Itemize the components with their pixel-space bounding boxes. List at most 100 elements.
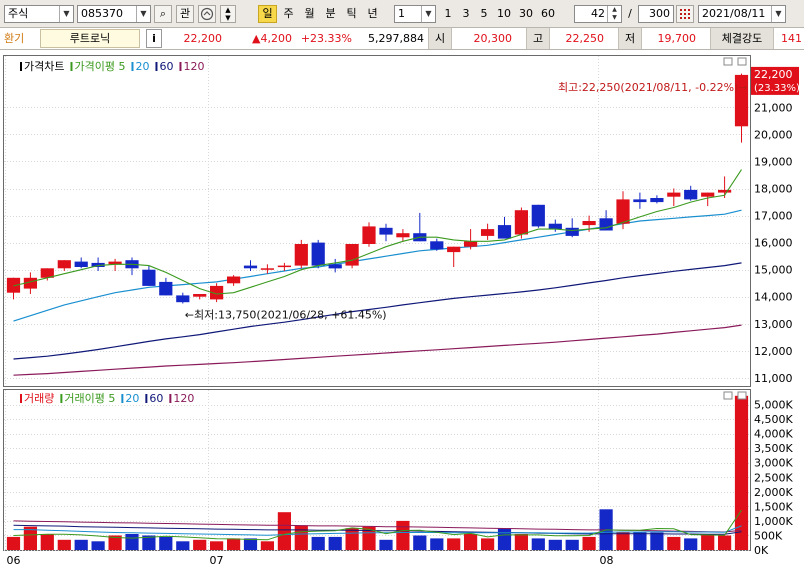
chart-mode-button[interactable]: [198, 5, 216, 23]
price-legend-swatch: [179, 62, 182, 71]
volume-y-tick-label: 4,500K: [754, 413, 793, 426]
pane-maximize-icon: [723, 57, 733, 66]
volume-bar: [718, 535, 732, 550]
stock-chart[interactable]: 06 07 08 11,000 12,000 13,000 14,000 15,000 16,0…: [0, 50, 804, 567]
search-button[interactable]: ⌕: [154, 5, 172, 23]
price-tag-rate: (23.33%): [754, 83, 800, 94]
low-annotation: ←최저:13,750(2021/06/28, +61.45%): [185, 309, 387, 322]
chevron-down-icon[interactable]: ▼: [136, 6, 150, 22]
volume-y-tick-label: 1,000K: [754, 515, 793, 528]
market-select-value: 주식: [8, 7, 29, 20]
grid-icon: [680, 9, 690, 19]
candle-body: [497, 225, 512, 239]
candle-body: [514, 210, 528, 235]
candle-body: [701, 192, 715, 197]
volume-bar: [345, 528, 359, 550]
volume-bar: [514, 534, 528, 550]
candle-body: [650, 198, 664, 203]
price-y-tick-label: 21,000: [754, 101, 793, 114]
interval-button-1[interactable]: 3: [458, 5, 474, 23]
volume-bar: [481, 538, 495, 550]
interval-button-5[interactable]: 60: [538, 5, 558, 23]
interest-button[interactable]: 관: [176, 5, 194, 23]
candle-body: [176, 295, 190, 303]
volume-bar: [176, 541, 190, 550]
period-button-1[interactable]: 주: [279, 5, 298, 23]
volume-bar: [159, 536, 173, 550]
period-button-0[interactable]: 일: [258, 5, 277, 23]
price-y-tick-label: 16,000: [754, 237, 793, 250]
volume-bar: [6, 536, 21, 550]
price-y-tick-label: 20,000: [754, 128, 793, 141]
chevron-down-icon[interactable]: ▼: [771, 6, 785, 22]
period-button-2[interactable]: 월: [300, 5, 319, 23]
volume-bar: [74, 539, 88, 550]
volume-bar: [497, 528, 512, 550]
interval-button-2[interactable]: 5: [476, 5, 492, 23]
code-input-value: 085370: [81, 7, 123, 20]
price-change: ▲4,200: [252, 32, 292, 45]
high-annotation: 최고:22,250(2021/08/11, -0.22%)→: [558, 81, 748, 94]
open-value: 20,300: [473, 32, 513, 45]
chart-area: 06 07 08 11,000 12,000 13,000 14,000 15,000 16,0…: [0, 50, 804, 567]
interval-button-3[interactable]: 10: [494, 5, 514, 23]
candle-body: [294, 244, 308, 266]
candle-body: [718, 189, 732, 193]
volume-bar: [565, 539, 579, 550]
count-spin-icon[interactable]: ▲ ▼: [607, 6, 621, 22]
volume-bar: [125, 534, 139, 550]
chevron-down-icon[interactable]: ▼: [59, 6, 73, 22]
candle-body: [531, 204, 545, 227]
info-button[interactable]: i: [146, 29, 162, 48]
stock-name[interactable]: 루트로닉: [40, 29, 140, 48]
price-y-tick-label: 11,000: [754, 372, 793, 385]
candle-body: [582, 221, 596, 226]
quote-bar: 환기 루트로닉 i 22,200 ▲4,200 +23.33% 5,297,88…: [0, 28, 804, 50]
volume-legend-swatch: [121, 394, 124, 403]
price-y-tick-label: 13,000: [754, 318, 793, 331]
volume-legend-swatch: [60, 394, 63, 403]
interval-select-value: 1: [398, 7, 405, 20]
price-legend-label: 가격이평 5: [74, 60, 125, 73]
candle-body: [481, 229, 495, 236]
volume-y-tick-label: 0K: [754, 544, 769, 557]
volume-bar: [57, 539, 71, 550]
low-label: 저: [618, 28, 642, 49]
chevron-down-icon[interactable]: ▼: [421, 6, 435, 22]
interval-button-4[interactable]: 30: [516, 5, 536, 23]
period-button-3[interactable]: 분: [321, 5, 340, 23]
period-button-4[interactable]: 틱: [342, 5, 361, 23]
volume-bar: [633, 532, 647, 550]
price-y-tick-label: 19,000: [754, 155, 793, 168]
candle-body: [260, 268, 274, 270]
volume-bar: [413, 535, 427, 550]
volume-bar: [396, 520, 410, 550]
volume-legend-swatch: [169, 394, 172, 403]
volume-bar: [277, 512, 291, 550]
current-price: 22,200: [183, 32, 223, 45]
strength-value: 141: [781, 32, 802, 45]
candle-body: [311, 242, 325, 266]
volume-bar: [447, 538, 461, 550]
price-legend-label: 120: [183, 60, 204, 73]
volume-bar: [227, 538, 241, 550]
volume-bar: [667, 536, 681, 550]
interval-button-0[interactable]: 1: [440, 5, 456, 23]
candle-body: [345, 244, 359, 266]
spin-button[interactable]: ▲ ▼: [220, 5, 236, 23]
total-input[interactable]: 300: [638, 5, 674, 23]
volume-legend-label: 거래이평 5: [64, 392, 115, 405]
price-legend-swatch: [131, 62, 134, 71]
x-tick-label: 08: [600, 554, 614, 567]
price-legend-swatch: [20, 62, 22, 71]
period-button-5[interactable]: 년: [363, 5, 382, 23]
volume-y-tick-label: 500K: [754, 529, 783, 542]
price-tag-value: 22,200: [754, 68, 793, 81]
grid-button[interactable]: [676, 5, 694, 23]
volume-y-tick-label: 2,000K: [754, 486, 793, 499]
candle-body: [142, 269, 156, 286]
candle-body: [379, 227, 393, 235]
candle-body: [396, 233, 410, 238]
high-label: 고: [526, 28, 550, 49]
volume-bar: [260, 541, 274, 550]
